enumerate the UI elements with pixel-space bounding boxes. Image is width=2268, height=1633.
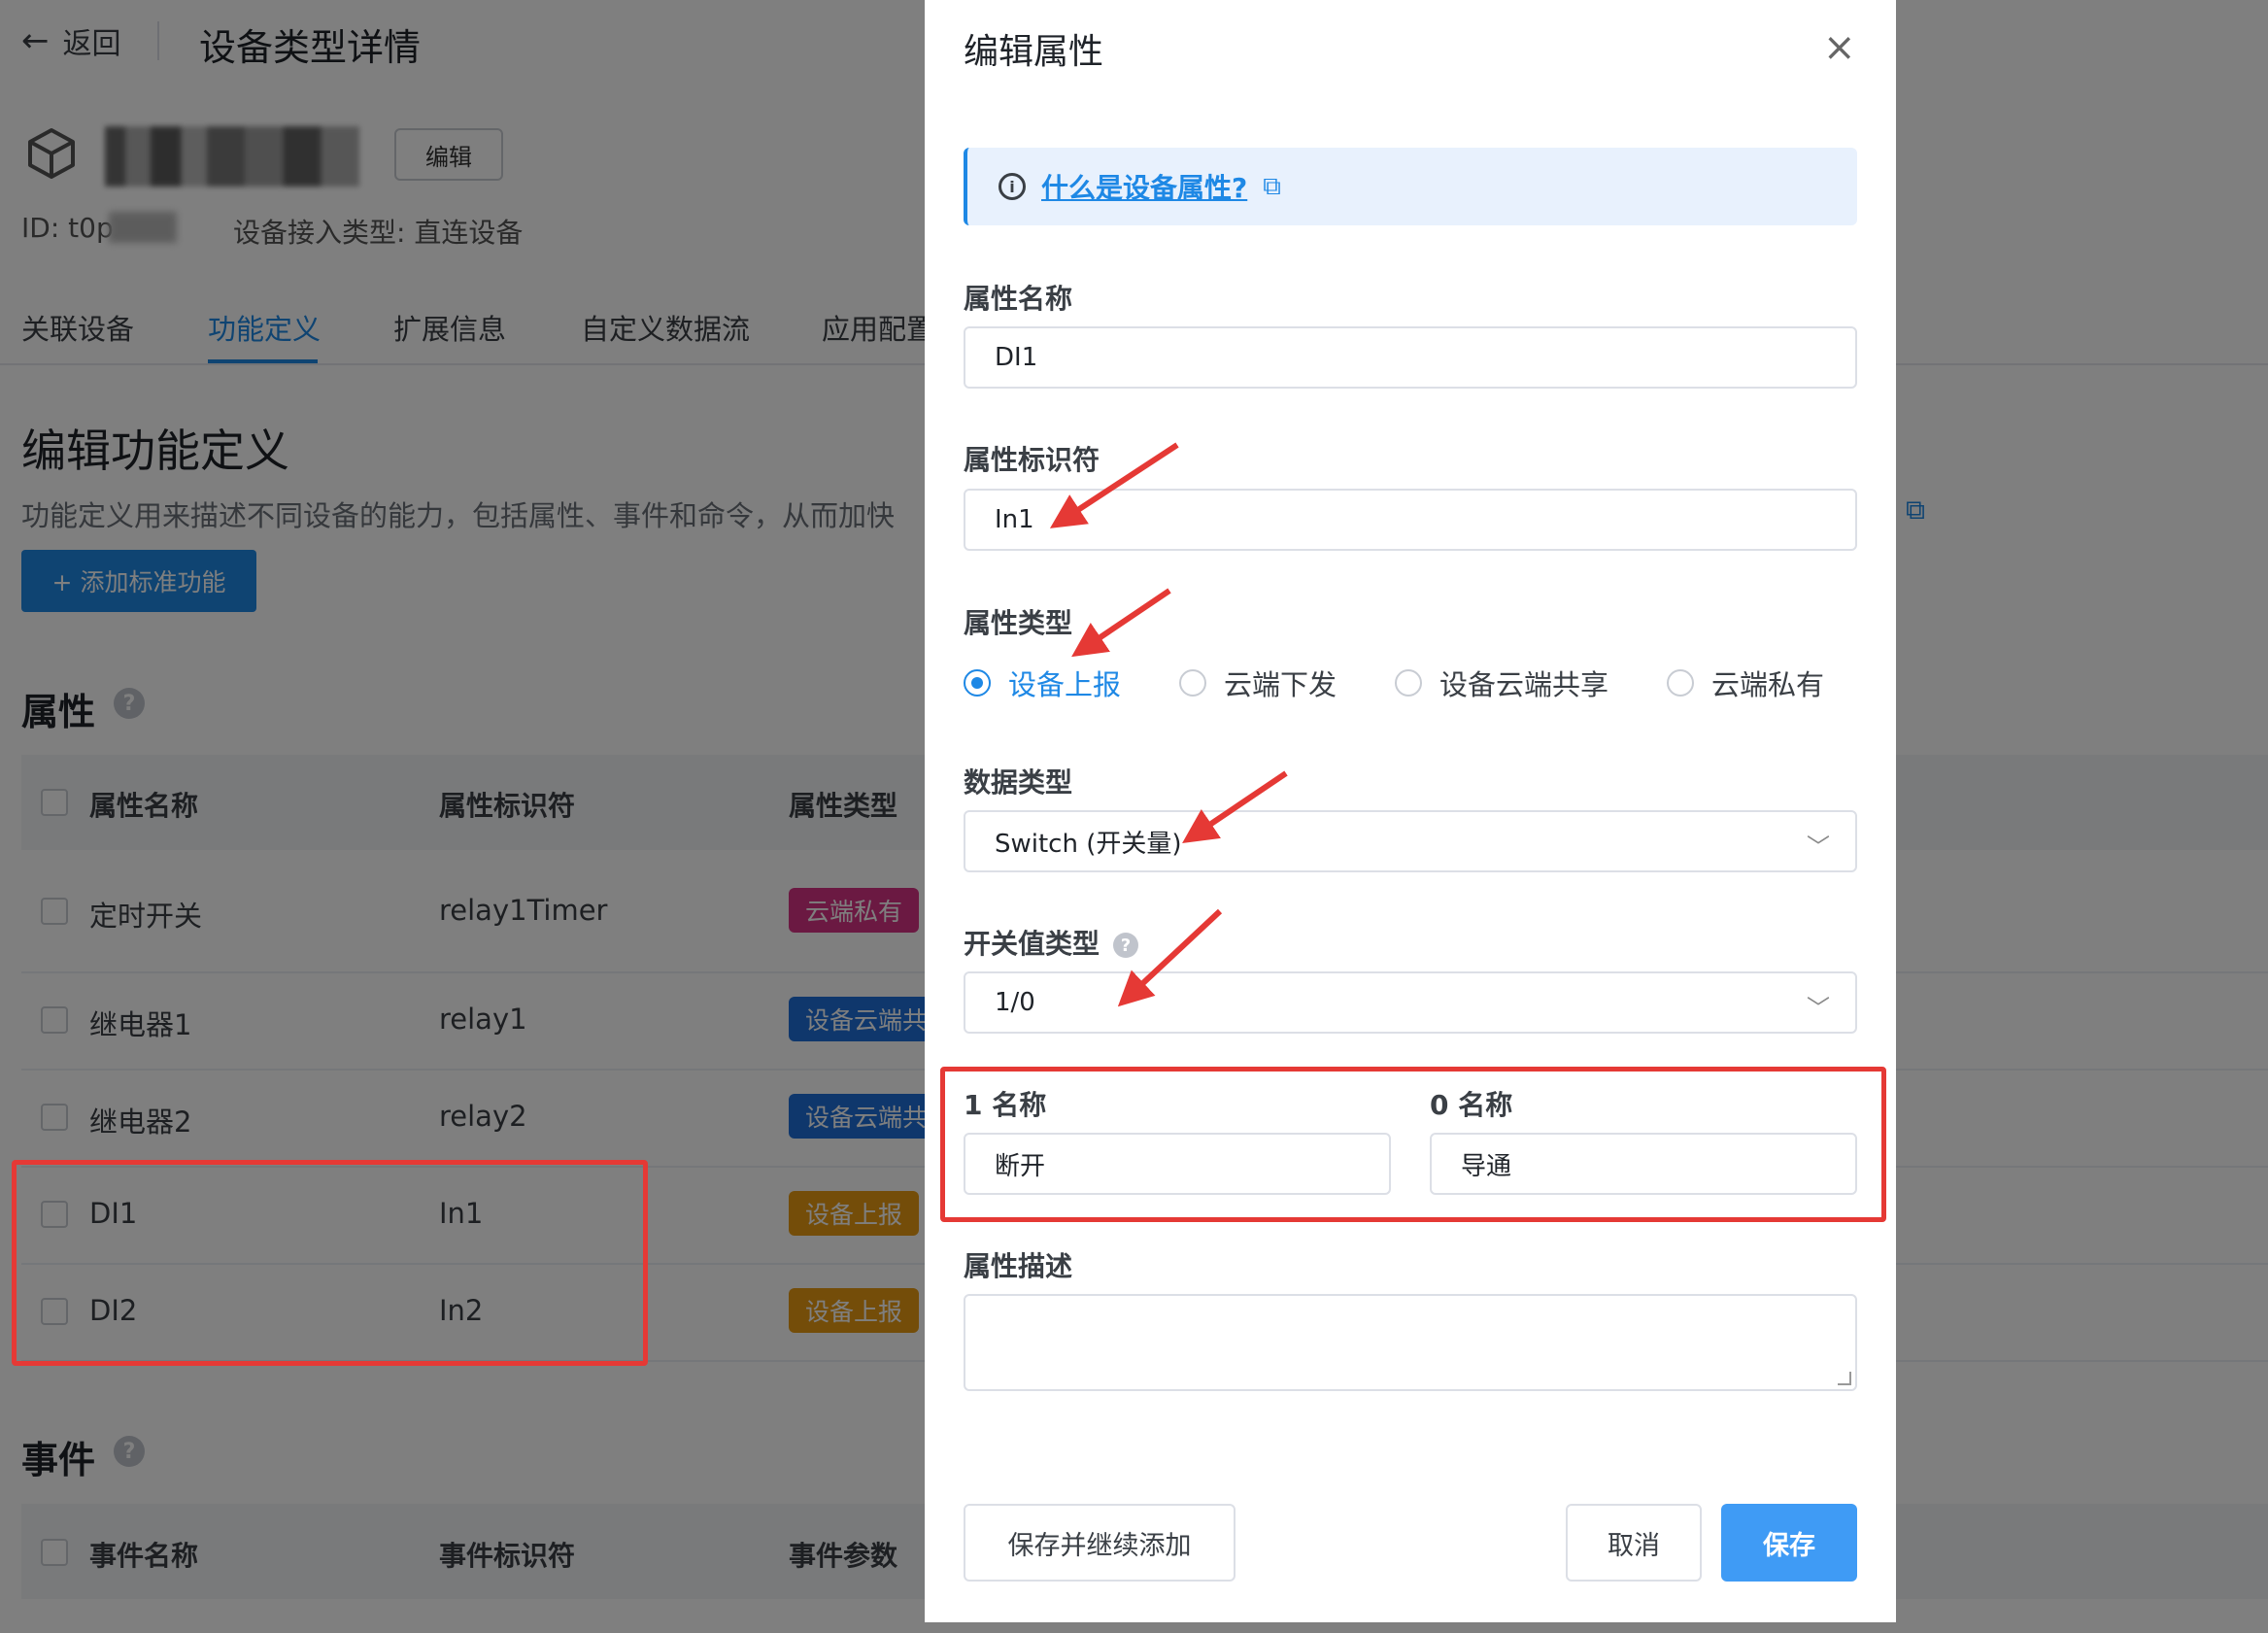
radio-unchecked-icon (1179, 669, 1207, 697)
property-identifier-input[interactable]: In1 (964, 489, 1857, 551)
data-type-label: 数据类型 (964, 766, 1073, 799)
info-banner: i 什么是设备属性? ⧉ (964, 148, 1857, 225)
data-type-select[interactable]: Switch (开关量) ﹀ (964, 810, 1857, 872)
cancel-button[interactable]: 取消 (1566, 1504, 1702, 1582)
zero-name-label: 0 名称 (1430, 1089, 1513, 1121)
chevron-down-icon: ﹀ (1807, 834, 1830, 861)
close-icon[interactable]: × (1823, 25, 1856, 70)
property-type-label: 属性类型 (964, 607, 1073, 639)
zero-name-input[interactable]: 导通 (1430, 1133, 1857, 1195)
switch-type-value: 1/0 (995, 988, 1035, 1017)
radio-unchecked-icon (1667, 669, 1695, 697)
property-name-label: 属性名称 (964, 283, 1073, 315)
switch-type-select[interactable]: 1/0 ﹀ (964, 971, 1857, 1034)
radio-unchecked-icon (1395, 669, 1423, 697)
property-description-textarea[interactable] (964, 1294, 1857, 1391)
edit-property-drawer: 编辑属性 × i 什么是设备属性? ⧉ 属性名称 DI1 属性标识符 In1 属… (925, 0, 1896, 1622)
resize-handle-icon[interactable] (1838, 1372, 1851, 1385)
radio-device-report[interactable]: 设备上报 (964, 663, 1121, 703)
annotation-highlight-box (12, 1160, 648, 1366)
property-identifier-label: 属性标识符 (964, 444, 1100, 476)
one-name-label: 1 名称 (964, 1089, 1047, 1121)
property-name-input[interactable]: DI1 (964, 326, 1857, 389)
radio-cloud-private[interactable]: 云端私有 (1667, 663, 1824, 703)
help-icon[interactable]: ? (1113, 933, 1139, 958)
one-name-input[interactable]: 断开 (964, 1133, 1391, 1195)
radio-checked-icon (964, 669, 991, 697)
property-description-label: 属性描述 (964, 1250, 1073, 1282)
save-and-continue-button[interactable]: 保存并继续添加 (964, 1504, 1236, 1582)
external-link-icon[interactable]: ⧉ (1263, 172, 1281, 202)
chevron-down-icon: ﹀ (1807, 995, 1830, 1022)
drawer-title: 编辑属性 (964, 32, 1104, 72)
save-button[interactable]: 保存 (1721, 1504, 1857, 1582)
switch-type-label: 开关值类型? (964, 923, 1139, 962)
data-type-value: Switch (开关量) (995, 829, 1182, 859)
property-type-radio-group: 设备上报 云端下发 设备云端共享 云端私有 (964, 663, 1824, 703)
radio-cloud-send[interactable]: 云端下发 (1179, 663, 1337, 703)
radio-device-cloud-shared[interactable]: 设备云端共享 (1395, 663, 1608, 703)
info-icon: i (999, 173, 1026, 200)
what-is-property-link[interactable]: 什么是设备属性? (1041, 167, 1247, 206)
